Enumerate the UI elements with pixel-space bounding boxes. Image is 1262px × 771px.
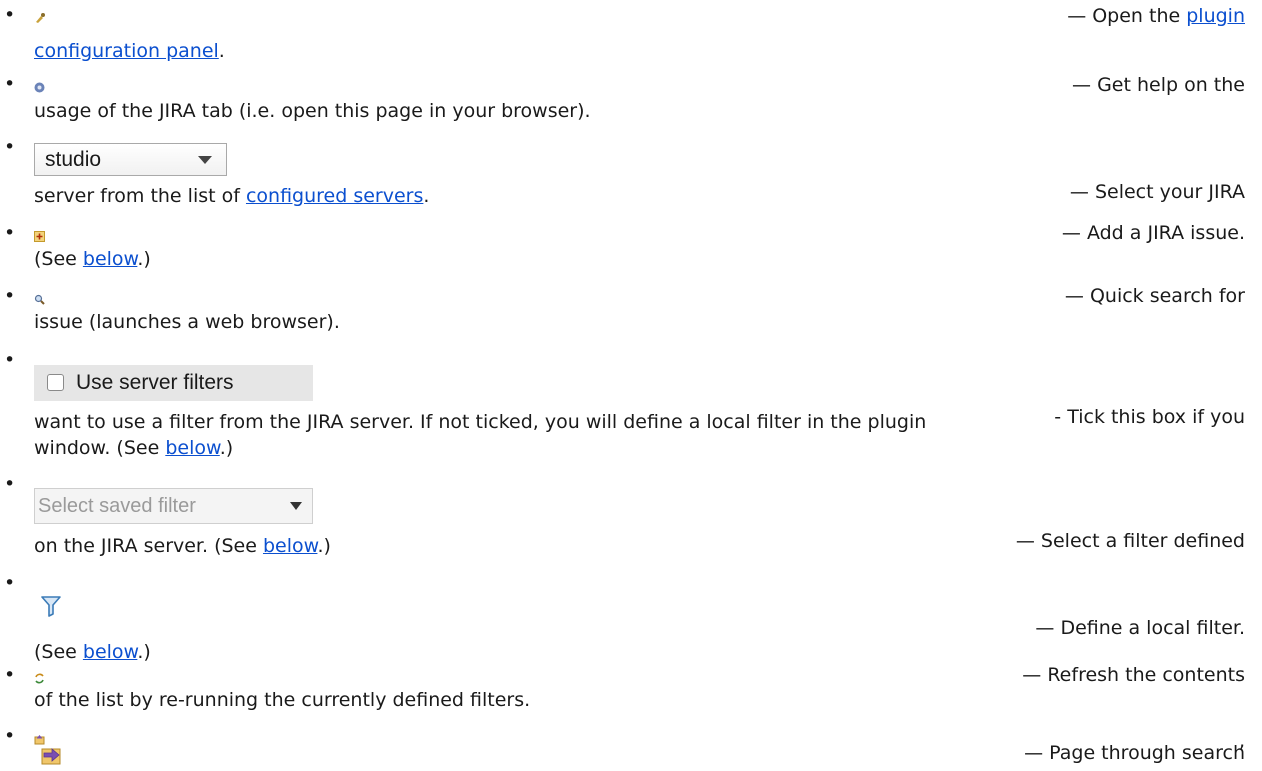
server-select[interactable]: studio [34, 143, 227, 176]
filter-funnel-icon[interactable] [41, 595, 61, 622]
bullet: • [4, 285, 16, 307]
bullet: • [4, 136, 16, 158]
use-server-filters-line2: want to use a filter from the JIRA serve… [34, 411, 927, 433]
add-desc: — Add a JIRA issue. [1061, 222, 1245, 244]
server-line2: server from the list of configured serve… [34, 185, 430, 207]
help-line2: usage of the JIRA tab (i.e. open this pa… [34, 100, 591, 122]
configuration-panel-link[interactable]: configuration panel [34, 40, 219, 62]
use-server-filters-checkbox[interactable]: Use server filters [34, 365, 313, 401]
use-server-filters-label: Use server filters [76, 371, 234, 394]
use-server-filters-line3: window. (See below.) [34, 437, 234, 459]
local-filter-desc: — Define a local filter. [1035, 617, 1245, 639]
server-desc: — Select your JIRA [1069, 181, 1245, 203]
configure-desc: — Open the plugin [1067, 5, 1245, 27]
checkbox-icon [47, 374, 64, 391]
bullet: • [4, 725, 16, 747]
bullet: • [4, 664, 16, 686]
bullet: • [4, 473, 16, 495]
add-line2: (See below.) [34, 248, 151, 270]
configure-icon[interactable] [34, 7, 46, 29]
search-icon[interactable] [34, 288, 45, 310]
bullet: • [4, 349, 16, 371]
chevron-down-icon [290, 502, 302, 510]
below-link[interactable]: below [165, 437, 219, 459]
configure-line2: configuration panel. [34, 40, 225, 62]
bullet: • [4, 73, 16, 95]
saved-filter-placeholder: Select saved filter [38, 495, 196, 517]
below-link[interactable]: below [83, 641, 137, 663]
add-issue-icon[interactable] [34, 225, 45, 247]
bullet: • [4, 4, 16, 26]
quick-search-line2: issue (launches a web browser). [34, 311, 340, 333]
quick-search-desc: — Quick search for [1064, 285, 1245, 307]
server-select-value: studio [45, 148, 102, 171]
chevron-down-icon [198, 156, 212, 164]
paging-desc: — Page through search [1024, 742, 1245, 764]
below-link[interactable]: below [263, 535, 317, 557]
refresh-line2: of the list by re-running the currently … [34, 689, 531, 711]
refresh-desc: — Refresh the contents [1022, 664, 1245, 686]
bullet: • [4, 222, 16, 244]
saved-filter-select[interactable]: Select saved filter [34, 488, 313, 524]
help-desc: — Get help on the [1072, 74, 1245, 96]
bullet: • [4, 572, 16, 594]
refresh-icon[interactable] [34, 667, 45, 689]
below-link[interactable]: below [83, 248, 137, 270]
local-filter-line2: (See below.) [34, 641, 151, 663]
saved-filter-line2: on the JIRA server. (See below.) [34, 535, 331, 557]
saved-filter-desc: — Select a filter defined [1015, 530, 1245, 552]
help-icon[interactable] [34, 76, 45, 98]
plugin-link[interactable]: plugin [1186, 5, 1245, 27]
configured-servers-link[interactable]: configured servers [246, 185, 423, 207]
use-server-filters-desc: - Tick this box if you [1054, 406, 1245, 428]
